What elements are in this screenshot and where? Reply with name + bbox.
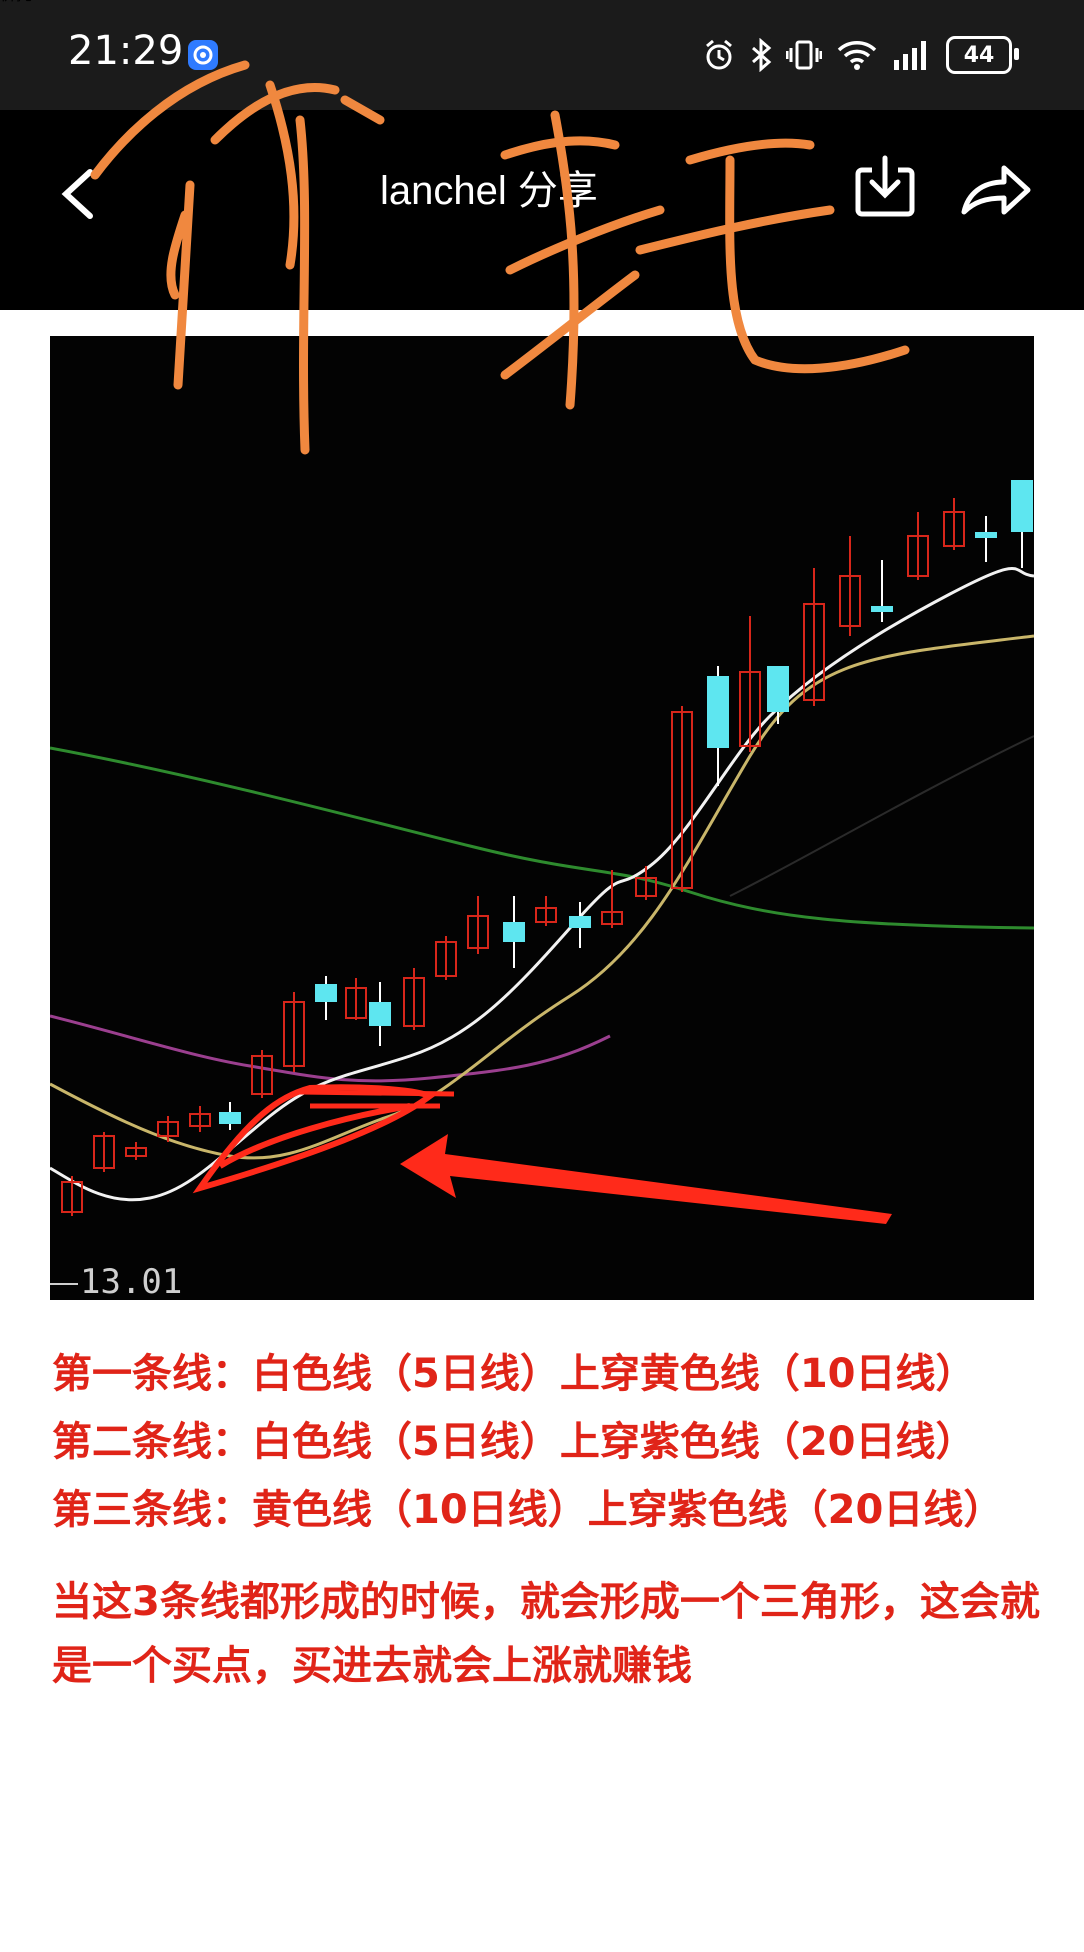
conclusion-text: 当这3条线都形成的时候，就会形成一个三角形，这会就是一个买点，买进去就会上涨就赚… <box>52 1579 1040 1689</box>
back-button[interactable] <box>54 150 114 230</box>
status-bar: 21:29 44 <box>0 0 1084 110</box>
alarm-icon <box>702 38 736 72</box>
share-button[interactable] <box>956 154 1036 224</box>
ma-faded-line <box>729 735 1034 897</box>
article-body: 第一条线：白色线（5日线）上穿黄色线（10日线） 第二条线：白色线（5日线）上穿… <box>52 1340 1042 1698</box>
candle-falling <box>975 532 997 538</box>
status-icons: 44 <box>702 32 1019 78</box>
price-axis-label: 13.01 <box>50 1262 182 1302</box>
status-time: 21:29 <box>68 28 184 74</box>
battery-level: 44 <box>963 42 995 68</box>
candle-falling <box>503 922 525 942</box>
chevron-left-icon <box>61 169 93 219</box>
line-1-text: 第一条线：白色线（5日线）上穿黄色线（10日线） <box>52 1351 976 1397</box>
app-notification-icon <box>188 40 218 70</box>
candle-falling <box>767 666 789 712</box>
candle-falling <box>871 606 893 612</box>
bluetooth-icon <box>750 38 772 72</box>
nav-title: lanchel 分享 <box>380 169 598 213</box>
candle-falling <box>707 676 729 748</box>
download-button[interactable] <box>852 150 918 226</box>
candlestick-chart <box>50 480 1034 1224</box>
share-arrow-icon <box>961 165 1031 215</box>
candle-falling <box>1011 480 1033 532</box>
ma10-yellow-line <box>50 634 1034 1160</box>
ma-long-green-line <box>50 746 1034 930</box>
annotation-arrow <box>400 1134 892 1224</box>
wifi-icon <box>836 38 878 72</box>
ma5-white-line <box>50 566 1034 1202</box>
candle-falling <box>569 916 591 928</box>
candle-falling <box>315 984 337 1002</box>
line-2-text: 第二条线：白色线（5日线）上穿紫色线（20日线） <box>52 1419 976 1465</box>
top-nav-bar: lanchel 分享 <box>0 110 1084 310</box>
annotation-triangle <box>192 1084 437 1194</box>
candle-falling <box>219 1112 241 1124</box>
download-icon <box>855 155 915 217</box>
signal-icon <box>892 38 932 72</box>
line-3-text: 第三条线：黄色线（10日线）上穿紫色线（20日线） <box>52 1487 1004 1533</box>
stock-chart-image: 13.01 <box>50 336 1034 1302</box>
vibrate-icon <box>786 38 822 72</box>
battery-icon: 44 <box>946 36 1019 74</box>
candle-falling <box>369 1002 391 1026</box>
